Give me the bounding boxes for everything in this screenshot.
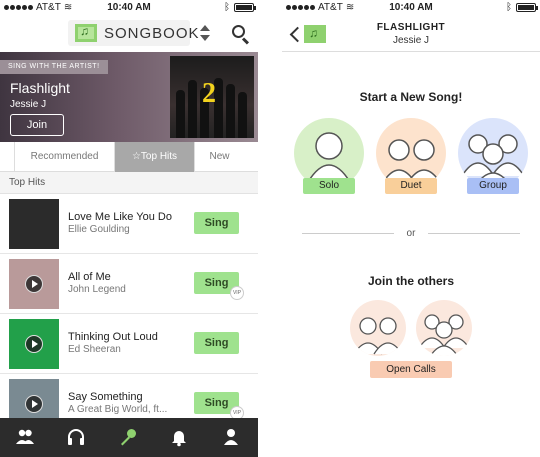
solo-button[interactable]: Solo [303,178,355,194]
song-title: FLASHLIGHT [376,22,446,33]
bluetooth-icon: ᛒ [224,2,230,13]
banner-tag: SING WITH THE ARTIST! [0,60,108,74]
tab-new[interactable]: New [194,142,244,172]
screen-gap [258,0,282,457]
play-icon[interactable] [25,335,43,353]
open-call-group-icon[interactable] [416,300,472,356]
tab-bar: Recommended ☆Top Hits New [0,142,258,172]
song-mode-screen: AT&T ≋ 10:40 AM ᛒ ♫ FLASHLIGHT Jessie J … [282,0,540,457]
headphones-icon [68,429,84,445]
songbook-selector[interactable]: ♫ SONGBOOK [68,20,199,46]
person-icon [224,429,238,445]
start-new-song-heading: Start a New Song! [359,90,463,104]
battery-icon [234,3,256,12]
song-row[interactable]: Love Me Like You Do Ellie Goulding Sing [0,194,258,254]
bell-icon [172,431,186,447]
bluetooth-icon: ᛒ [506,2,512,13]
song-row-artist: A Great Big World, ft... [68,404,168,415]
album-number: 2 [202,78,216,109]
song-row-title: Say Something [68,391,143,403]
nav-people[interactable] [0,418,51,457]
song-thumbnail[interactable] [9,199,59,249]
song-row-title: All of Me [68,271,111,283]
search-icon[interactable] [232,25,250,45]
top-bar: ♫ SONGBOOK [0,16,258,52]
people-icon [16,429,34,444]
featured-banner[interactable]: SING WITH THE ARTIST! Flashlight Jessie … [0,52,258,142]
status-bar: AT&T ≋ 10:40 AM ᛒ [282,0,540,16]
open-calls-button[interactable]: Open Calls [370,361,452,378]
song-row-artist: John Legend [68,284,126,295]
songbook-screen: AT&T ≋ 10:40 AM ᛒ ♫ SONGBOOK SING WITH T… [0,0,258,457]
status-time: 10:40 AM [107,2,151,13]
open-call-duet-icon[interactable] [350,300,406,356]
solo-option[interactable]: Solo [294,118,364,196]
nav-notifications[interactable] [154,418,205,457]
battery-icon [516,3,538,12]
join-button[interactable]: Join [10,114,64,136]
join-others-heading: Join the others [367,274,454,288]
tab-top-hits[interactable]: ☆Top Hits [114,142,194,172]
sing-button[interactable]: Sing [194,332,239,354]
duet-button[interactable]: Duet [385,178,437,194]
song-row[interactable]: All of Me John Legend Sing VIP [0,254,258,314]
song-row[interactable]: Thinking Out Loud Ed Sheeran Sing [0,314,258,374]
song-row-title: Thinking Out Loud [68,331,158,343]
song-thumbnail[interactable] [9,259,59,309]
song-row-artist: Ellie Goulding [68,224,130,235]
song-thumbnail[interactable] [9,319,59,369]
section-title: Top Hits [0,172,258,194]
song-header: ♫ FLASHLIGHT Jessie J [282,16,540,52]
status-time: 10:40 AM [389,2,433,13]
group-button[interactable]: Group [467,178,519,194]
divider-right [428,233,520,234]
nav-listen[interactable] [51,418,102,457]
song-row-artist: Ed Sheeran [68,344,121,355]
song-artist: Jessie J [392,35,430,46]
microphone-icon [121,429,136,446]
play-icon[interactable] [25,395,43,413]
tab-recommended[interactable]: Recommended [14,142,114,172]
group-option[interactable]: Group [458,118,528,196]
bottom-nav [0,418,258,457]
status-bar: AT&T ≋ 10:40 AM ᛒ [0,0,258,16]
banner-artist: Jessie J [10,99,47,110]
banner-song-title: Flashlight [10,80,70,96]
sort-icon[interactable] [200,25,210,43]
play-icon[interactable] [25,275,43,293]
vip-badge: VIP [230,286,244,300]
duet-option[interactable]: Duet [376,118,446,196]
song-row-title: Love Me Like You Do [68,211,172,223]
album-art: 2 [170,56,254,138]
nav-sing[interactable] [103,418,154,457]
nav-profile[interactable] [206,418,257,457]
sing-button[interactable]: Sing [194,212,239,234]
app-title: SONGBOOK [104,25,200,42]
